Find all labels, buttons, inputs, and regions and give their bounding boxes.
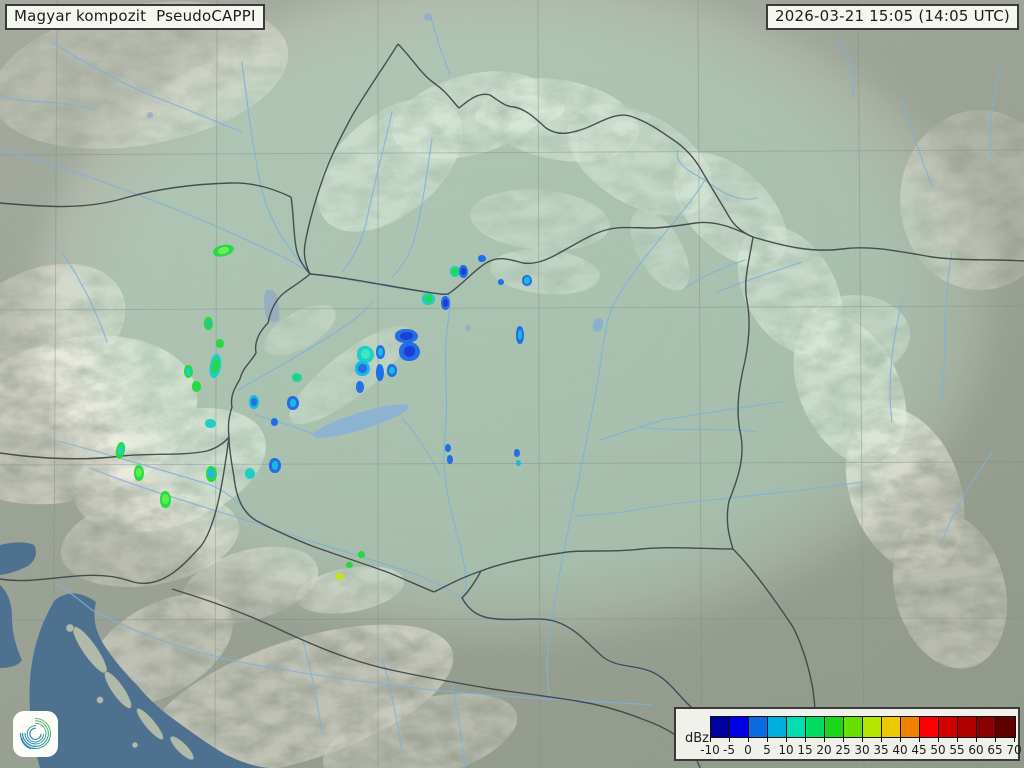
dbz-tick-label: 50 <box>930 743 945 757</box>
dbz-color-swatch <box>730 717 749 737</box>
dbz-tick-labels: -10-50510152025303540455055606570 <box>710 738 1016 758</box>
dbz-tick-mark <box>805 738 806 742</box>
dbz-tick-mark <box>862 738 863 742</box>
dbz-tick-mark <box>938 738 939 742</box>
dbz-tick-label: -5 <box>723 743 735 757</box>
dbz-tick-mark <box>824 738 825 742</box>
dbz-tick-mark <box>748 738 749 742</box>
dbz-tick-mark <box>919 738 920 742</box>
dbz-tick-label: 15 <box>797 743 812 757</box>
product-label: Magyar kompozit PseudoCAPPI <box>5 4 265 30</box>
dbz-tick-label: 45 <box>911 743 926 757</box>
dbz-tick-label: 70 <box>1006 743 1021 757</box>
dbz-tick-mark <box>729 738 730 742</box>
dbz-color-swatch <box>863 717 882 737</box>
dbz-tick-mark <box>1014 738 1015 742</box>
dbz-tick-mark <box>900 738 901 742</box>
base-map <box>0 0 1024 768</box>
dbz-tick-mark <box>881 738 882 742</box>
dbz-tick-mark <box>995 738 996 742</box>
dbz-tick-label: 0 <box>744 743 752 757</box>
dbz-tick-mark <box>976 738 977 742</box>
dbz-color-swatch <box>787 717 806 737</box>
dbz-tick-label: 55 <box>949 743 964 757</box>
dbz-tick-label: 10 <box>778 743 793 757</box>
dbz-tick-mark <box>957 738 958 742</box>
dbz-color-swatch <box>901 717 920 737</box>
dbz-tick-label: 35 <box>873 743 888 757</box>
timestamp-label: 2026-03-21 15:05 (14:05 UTC) <box>766 4 1019 30</box>
hungaromet-spiral-icon <box>13 711 58 757</box>
dbz-color-swatch <box>806 717 825 737</box>
dbz-color-swatch <box>882 717 901 737</box>
dbz-tick-label: 30 <box>854 743 869 757</box>
dbz-tick-label: 25 <box>835 743 850 757</box>
dbz-color-swatch <box>749 717 768 737</box>
dbz-tick-label: -10 <box>700 743 720 757</box>
dbz-tick-mark <box>710 738 711 742</box>
dbz-tick-label: 5 <box>763 743 771 757</box>
dbz-tick-mark <box>786 738 787 742</box>
dbz-color-swatch <box>844 717 863 737</box>
dbz-color-swatch <box>996 717 1015 737</box>
radar-map-viewport: Magyar kompozit PseudoCAPPI 2026-03-21 1… <box>0 0 1024 768</box>
dbz-tick-label: 20 <box>816 743 831 757</box>
dbz-legend: dBz -10-50510152025303540455055606570 <box>674 707 1020 761</box>
dbz-color-swatch <box>977 717 996 737</box>
dbz-color-swatch <box>958 717 977 737</box>
dbz-color-swatch <box>825 717 844 737</box>
dbz-tick-mark <box>767 738 768 742</box>
dbz-tick-mark <box>843 738 844 742</box>
hungaromet-logo <box>13 711 58 757</box>
map-grain-texture <box>0 0 1024 768</box>
dbz-color-swatch <box>711 717 730 737</box>
dbz-color-scale <box>710 716 1016 738</box>
dbz-tick-label: 60 <box>968 743 983 757</box>
dbz-color-swatch <box>939 717 958 737</box>
dbz-tick-label: 40 <box>892 743 907 757</box>
dbz-tick-label: 65 <box>987 743 1002 757</box>
dbz-color-swatch <box>768 717 787 737</box>
dbz-color-swatch <box>920 717 939 737</box>
